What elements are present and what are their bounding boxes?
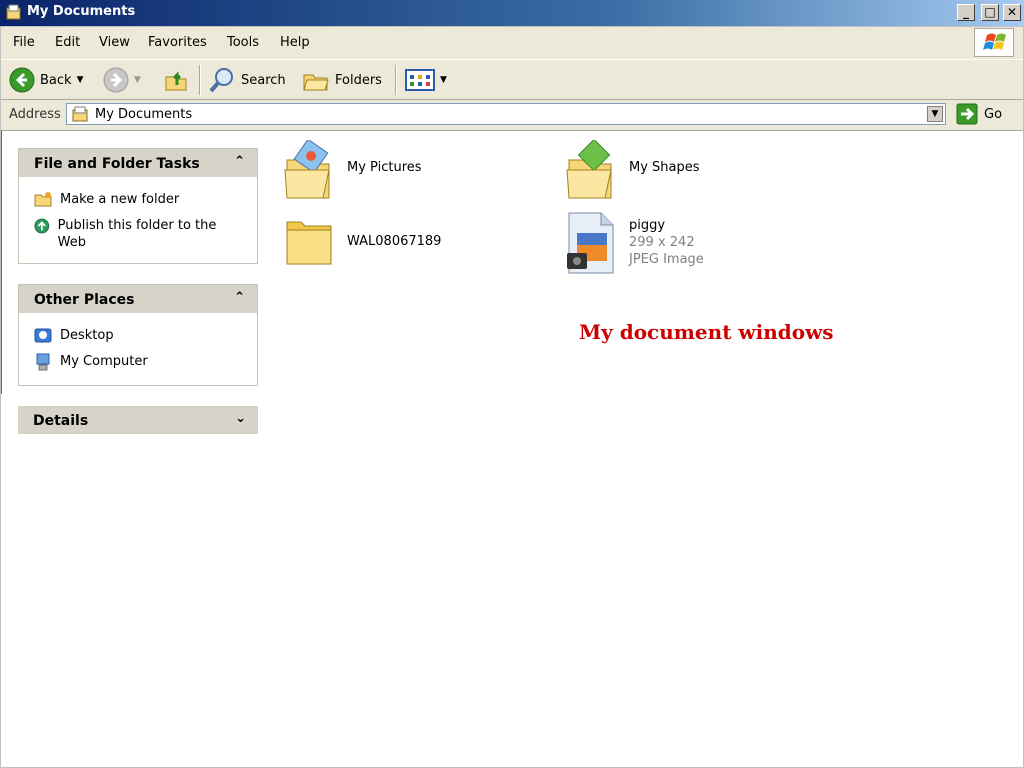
folders-label: Folders [335,72,382,88]
forward-dropdown-icon[interactable]: ▼ [134,75,141,85]
collapse-icon[interactable]: ⌃ [234,290,245,305]
file-item-my-pictures[interactable]: My Pictures [283,140,422,202]
forward-arrow-icon [103,67,129,93]
my-computer-icon [36,353,50,371]
standard-toolbar: Back ▼ ▼ Search Folders ▼ [0,60,1024,100]
file-name: My Shapes [629,160,700,175]
address-value: My Documents [95,107,193,122]
back-arrow-icon [9,67,35,93]
menu-help[interactable]: Help [280,35,310,50]
menu-bar: File Edit View Favorites Tools Help [0,26,1024,60]
folders-button[interactable]: Folders [302,67,382,93]
task-make-new-folder[interactable]: Make a new folder [34,191,179,208]
new-folder-icon [34,192,52,207]
minimize-button[interactable]: _ [957,4,975,21]
title-bar[interactable]: My Documents _ □ ✕ [0,0,1024,26]
collapse-icon[interactable]: ⌃ [234,154,245,169]
up-folder-icon [165,71,187,91]
address-bar: Address My Documents ▼ Go [0,100,1024,131]
file-folder-tasks-panel: File and Folder Tasks ⌃ Make a new folde… [18,148,258,264]
place-my-computer[interactable]: My Computer [34,353,148,371]
search-icon [209,68,233,93]
search-button[interactable]: Search [208,67,286,93]
views-button[interactable]: ▼ [405,67,447,93]
other-places-panel: Other Places ⌃ Desktop My Computer [18,284,258,386]
task-label: Make a new folder [60,192,180,207]
back-dropdown-icon[interactable]: ▼ [77,75,84,85]
address-input[interactable]: My Documents ▼ [66,103,946,125]
go-arrow-icon [956,103,978,125]
views-dropdown-icon[interactable]: ▼ [440,75,447,85]
window-frame [0,26,1024,768]
file-type: JPEG Image [629,252,704,267]
menu-tools[interactable]: Tools [227,35,259,50]
address-label: Address [9,107,61,122]
panel-title: Other Places [34,292,135,308]
up-folder-button[interactable] [163,67,189,93]
file-name: WAL08067189 [347,234,442,249]
menu-edit[interactable]: Edit [55,35,80,50]
back-button[interactable]: Back ▼ [9,67,83,93]
shapes-folder-icon [566,140,612,199]
back-label: Back [40,72,72,88]
toolbar-separator [395,65,397,95]
windows-logo-icon [974,28,1014,57]
menu-file[interactable]: File [13,35,35,50]
window-title: My Documents [27,4,136,19]
file-dimensions: 299 x 242 [629,235,695,250]
menu-favorites[interactable]: Favorites [148,35,207,50]
expand-icon[interactable]: ⌄ [235,411,246,426]
my-documents-icon [72,106,88,122]
search-label: Search [241,72,286,88]
folder-icon [286,221,332,265]
panel-title: Details [33,413,89,429]
details-panel: Details ⌄ [18,406,258,436]
forward-button[interactable]: ▼ [103,67,141,93]
address-dropdown-button[interactable]: ▼ [927,106,943,122]
maximize-button[interactable]: □ [981,4,999,21]
file-item-wal08067189[interactable]: WAL08067189 [285,216,441,268]
go-button[interactable]: Go [956,103,1002,125]
jpeg-image-icon [567,212,614,274]
go-label: Go [984,106,1003,122]
publish-web-icon [34,218,50,234]
place-desktop[interactable]: Desktop [34,327,114,345]
task-publish-folder[interactable]: Publish this folder to the Web [34,217,224,251]
window-edge-accent [0,130,2,394]
pictures-folder-icon [284,140,330,199]
place-label: My Computer [60,354,148,369]
menu-view[interactable]: View [99,35,130,50]
other-places-header[interactable]: Other Places ⌃ [19,285,257,313]
panel-title: File and Folder Tasks [34,156,200,172]
file-item-my-shapes[interactable]: My Shapes [565,140,700,202]
file-name: piggy [629,218,666,233]
file-item-piggy[interactable]: piggy 299 x 242 JPEG Image [565,211,704,275]
file-folder-tasks-header[interactable]: File and Folder Tasks ⌃ [19,149,257,177]
file-name: My Pictures [347,160,422,175]
details-header[interactable]: Details ⌄ [18,406,258,434]
toolbar-separator [199,65,201,95]
place-label: Desktop [60,328,114,343]
views-icon [405,69,435,91]
desktop-icon [34,328,52,343]
task-label: Publish this folder to the Web [57,218,217,250]
folders-icon [303,74,329,91]
close-button[interactable]: ✕ [1003,4,1021,21]
slide-caption: My document windows [579,320,834,344]
my-documents-icon [6,4,21,20]
